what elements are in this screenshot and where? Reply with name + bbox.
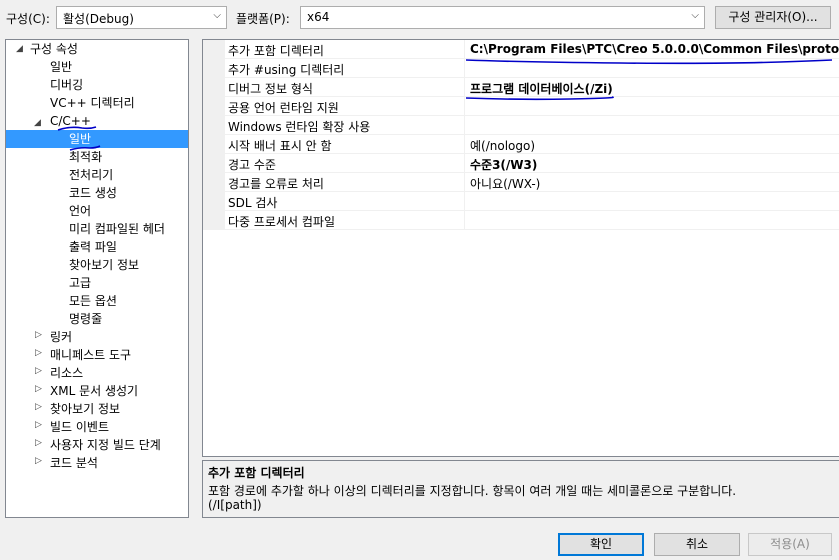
tree-item-vc-directories[interactable]: VC++ 디렉터리 xyxy=(50,94,135,112)
property-grid: 추가 포함 디렉터리 C:\Program Files\PTC\Creo 5.0… xyxy=(202,39,839,457)
chevron-down-icon: ⌵ xyxy=(691,10,699,21)
collapsed-triangle-icon[interactable]: ▷ xyxy=(35,348,42,358)
cancel-button[interactable]: 취소 xyxy=(654,533,740,556)
grid-gutter xyxy=(203,40,225,230)
property-row[interactable]: 경고를 오류로 처리 아니요(/WX-) xyxy=(225,173,839,192)
platform-label: 플랫폼(P): xyxy=(236,12,290,26)
description-panel: 추가 포함 디렉터리 포함 경로에 추가할 하나 이상의 디렉터리를 지정합니다… xyxy=(202,460,839,518)
property-name: 시작 배너 표시 안 함 xyxy=(228,139,332,153)
property-value[interactable]: C:\Program Files\PTC\Creo 5.0.0.0\Common… xyxy=(470,42,839,56)
configuration-value: 활성(Debug) xyxy=(63,12,134,26)
collapsed-triangle-icon[interactable]: ▷ xyxy=(35,330,42,340)
property-name: Windows 런타임 확장 사용 xyxy=(228,120,371,134)
column-divider xyxy=(464,135,465,154)
property-row[interactable]: 디버그 정보 형식 프로그램 데이터베이스(/Zi) xyxy=(225,78,839,97)
tree-item-command-line[interactable]: 명령줄 xyxy=(69,310,102,328)
tree-item-manifest-tool[interactable]: 매니페스트 도구 xyxy=(50,346,131,364)
property-name: 공용 언어 런타임 지원 xyxy=(228,101,339,115)
property-name: SDL 검사 xyxy=(228,196,278,210)
collapsed-triangle-icon[interactable]: ▷ xyxy=(35,402,42,412)
tree-item-general[interactable]: 일반 xyxy=(50,58,72,76)
tree-item-custom-build-step[interactable]: 사용자 지정 빌드 단계 xyxy=(50,436,161,454)
tree-item-language[interactable]: 언어 xyxy=(69,202,91,220)
tree-item-resources[interactable]: 리소스 xyxy=(50,364,83,382)
expanded-triangle-icon[interactable]: ◢ xyxy=(16,44,23,54)
tree-item-preprocessor[interactable]: 전처리기 xyxy=(69,166,113,184)
collapsed-triangle-icon[interactable]: ▷ xyxy=(35,456,42,466)
column-divider xyxy=(464,154,465,173)
property-name: 추가 #using 디렉터리 xyxy=(228,63,345,77)
property-row[interactable]: SDL 검사 xyxy=(225,192,839,211)
property-name: 디버그 정보 형식 xyxy=(228,82,313,96)
tree-item-precompiled-headers[interactable]: 미리 컴파일된 헤더 xyxy=(69,220,165,238)
column-divider xyxy=(464,192,465,211)
tree-item-debugging[interactable]: 디버깅 xyxy=(50,76,83,94)
expanded-triangle-icon[interactable]: ◢ xyxy=(34,118,41,128)
column-divider xyxy=(464,116,465,135)
column-divider xyxy=(464,59,465,78)
tree-item-configuration-properties[interactable]: 구성 속성 xyxy=(30,40,78,58)
column-divider xyxy=(464,40,465,59)
property-value[interactable]: 예(/nologo) xyxy=(470,137,535,154)
tree-item-code-generation[interactable]: 코드 생성 xyxy=(69,184,117,202)
property-row[interactable]: 추가 #using 디렉터리 xyxy=(225,59,839,78)
chevron-down-icon: ⌵ xyxy=(213,10,221,21)
property-value[interactable]: 프로그램 데이터베이스(/Zi) xyxy=(470,80,613,97)
column-divider xyxy=(464,173,465,192)
property-value[interactable]: 아니요(/WX-) xyxy=(470,175,540,192)
column-divider xyxy=(464,97,465,116)
tree-item-optimization[interactable]: 최적화 xyxy=(69,148,102,166)
apply-button[interactable]: 적용(A) xyxy=(748,533,832,556)
collapsed-triangle-icon[interactable]: ▷ xyxy=(35,438,42,448)
column-divider xyxy=(464,211,465,230)
tree-item-code-analysis[interactable]: 코드 분석 xyxy=(50,454,98,472)
platform-dropdown[interactable]: x64 ⌵ xyxy=(300,6,705,29)
tree-item-all-options[interactable]: 모든 옵션 xyxy=(69,292,117,310)
platform-value: x64 xyxy=(307,10,330,24)
property-row[interactable]: 다중 프로세서 컴파일 xyxy=(225,211,839,230)
description-text: 포함 경로에 추가할 하나 이상의 디렉터리를 지정합니다. 항목이 여러 개일… xyxy=(208,484,737,498)
property-name: 경고 수준 xyxy=(228,158,276,172)
property-name: 경고를 오류로 처리 xyxy=(228,177,324,191)
configuration-manager-button[interactable]: 구성 관리자(O)... xyxy=(715,6,831,29)
tree-item-cpp-general[interactable]: 일반 xyxy=(6,130,188,148)
property-row[interactable]: 시작 배너 표시 안 함 예(/nologo) xyxy=(225,135,839,154)
configuration-dropdown[interactable]: 활성(Debug) ⌵ xyxy=(56,6,227,29)
column-divider xyxy=(464,78,465,97)
property-value[interactable]: 수준3(/W3) xyxy=(470,156,537,173)
property-name: 추가 포함 디렉터리 xyxy=(228,44,324,58)
configuration-toolbar: 구성(C): 활성(Debug) ⌵ 플랫폼(P): x64 ⌵ 구성 관리자(… xyxy=(0,0,839,36)
property-row[interactable]: 추가 포함 디렉터리 C:\Program Files\PTC\Creo 5.0… xyxy=(225,40,839,59)
collapsed-triangle-icon[interactable]: ▷ xyxy=(35,420,42,430)
collapsed-triangle-icon[interactable]: ▷ xyxy=(35,366,42,376)
configuration-label: 구성(C): xyxy=(6,12,50,26)
property-tree: ◢ 구성 속성 일반 디버깅 VC++ 디렉터리 ◢ C/C++ 일반 최적화 … xyxy=(5,39,189,518)
property-row[interactable]: 경고 수준 수준3(/W3) xyxy=(225,154,839,173)
tree-item-browse-information[interactable]: 찾아보기 정보 xyxy=(69,256,139,274)
tree-item-browse-information-top[interactable]: 찾아보기 정보 xyxy=(50,400,120,418)
ok-button[interactable]: 확인 xyxy=(558,533,644,556)
tree-item-xml-document-generator[interactable]: XML 문서 생성기 xyxy=(50,382,138,400)
description-title: 추가 포함 디렉터리 xyxy=(208,466,305,480)
property-name: 다중 프로세서 컴파일 xyxy=(228,215,335,229)
tree-item-build-events[interactable]: 빌드 이벤트 xyxy=(50,418,109,436)
description-switch: (/I[path]) xyxy=(208,498,262,512)
tree-item-cpp[interactable]: C/C++ xyxy=(50,112,91,130)
collapsed-triangle-icon[interactable]: ▷ xyxy=(35,384,42,394)
property-row[interactable]: 공용 언어 런타임 지원 xyxy=(225,97,839,116)
tree-item-advanced[interactable]: 고급 xyxy=(69,274,91,292)
tree-item-output-files[interactable]: 출력 파일 xyxy=(69,238,117,256)
tree-item-linker[interactable]: 링커 xyxy=(50,328,72,346)
property-row[interactable]: Windows 런타임 확장 사용 xyxy=(225,116,839,135)
